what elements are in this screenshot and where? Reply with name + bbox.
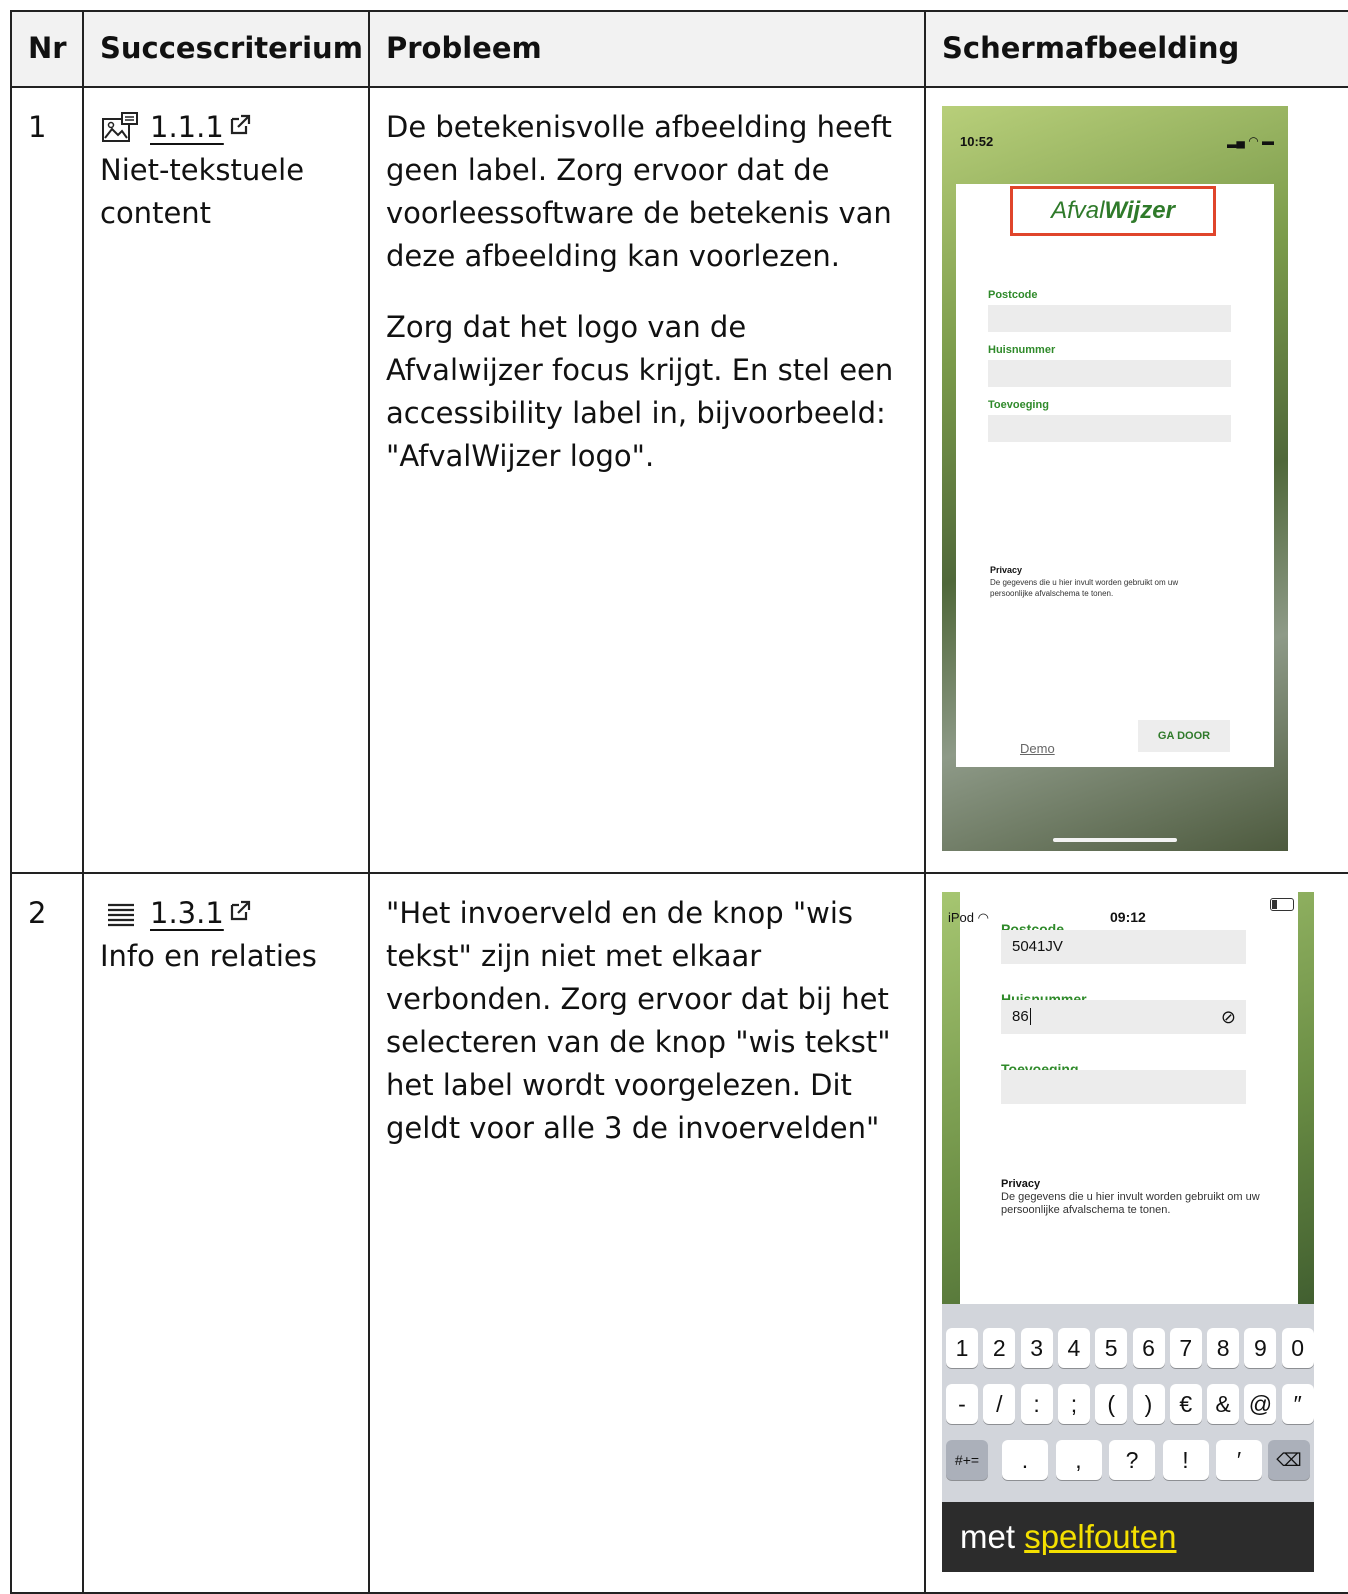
toevoeging-input[interactable] <box>1001 1070 1246 1104</box>
keyboard-key[interactable]: 7 <box>1169 1328 1202 1368</box>
table-header-row: Nr Succescriterium Probleem Schermafbeel… <box>10 10 1348 88</box>
keyboard-key[interactable]: ′ <box>1216 1440 1262 1480</box>
criterion-link[interactable]: 1.1.1 <box>150 106 252 149</box>
header-screenshot: Schermafbeelding <box>924 10 1348 88</box>
header-problem: Probleem <box>368 10 926 88</box>
status-device: iPod ◠ <box>948 910 989 925</box>
table-row: 2 1.3.1 Info en relaties "Het invoerveld… <box>10 872 1348 1594</box>
problem-text: "Het invoerveld en de knop "wis tekst" z… <box>386 896 891 1145</box>
keyboard-key[interactable]: 9 <box>1244 1328 1277 1368</box>
keyboard-key[interactable]: ″ <box>1281 1384 1314 1424</box>
postcode-label: Postcode <box>988 289 1038 301</box>
home-indicator <box>1053 838 1177 842</box>
criterion-name: Info en relaties <box>100 939 317 973</box>
keyboard-key[interactable]: ( <box>1095 1384 1128 1424</box>
wifi-icon: ◠ <box>977 910 989 925</box>
criterion-link[interactable]: 1.3.1 <box>150 892 252 935</box>
status-time: 10:52 <box>960 134 994 149</box>
keyboard-key[interactable]: ? <box>1109 1440 1155 1480</box>
problem-cell: "Het invoerveld en de knop "wis tekst" z… <box>368 872 926 1594</box>
keyboard-key[interactable]: 5 <box>1095 1328 1128 1368</box>
huisnummer-label: Huisnummer <box>988 344 1056 356</box>
app-screenshot-afvalwijzer-keyboard: iPod ◠ 09:12 Postcode 5041JV Huisnummer … <box>942 892 1314 1572</box>
demo-link[interactable]: Demo <box>1020 727 1055 770</box>
screenshot-cell: 10:52 ▂▄ ◠ ▬ AfvalWijzer Postcode Huisnu… <box>924 86 1348 874</box>
keyboard-key[interactable]: ) <box>1132 1384 1165 1424</box>
postcode-input[interactable] <box>988 305 1231 332</box>
keyboard-key[interactable]: 6 <box>1132 1328 1165 1368</box>
keyboard-key[interactable]: 1 <box>946 1328 978 1368</box>
keyboard-key[interactable]: 8 <box>1207 1328 1240 1368</box>
continue-button[interactable]: GA DOOR <box>1138 720 1230 752</box>
problem-text: De betekenisvolle afbeelding heeft geen … <box>386 110 892 273</box>
privacy-title: Privacy <box>1001 1178 1041 1190</box>
keyboard-key[interactable]: ! <box>1162 1440 1209 1480</box>
table-row: 1 1.1.1 Niet-tekstuele content De beteke… <box>10 86 1348 874</box>
keyboard-key[interactable]: / <box>983 1384 1016 1424</box>
login-card: AfvalWijzer Postcode Huisnummer Toevoegi… <box>956 184 1274 767</box>
keyboard-key[interactable]: ; <box>1057 1384 1090 1424</box>
external-link-icon <box>228 106 252 135</box>
image-icon <box>100 111 140 145</box>
clear-text-icon[interactable]: ⊘ <box>1221 1000 1236 1034</box>
privacy-text: De gegevens die u hier invult worden geb… <box>1001 1191 1260 1216</box>
numeric-keyboard: #+= ⌫ 1 2 3 4 5 6 7 8 9 0 - /:;() € & @ ″.,?! ′ <box>942 1304 1314 1502</box>
keyboard-key[interactable]: : <box>1020 1384 1053 1424</box>
status-indicators-icon: ▂▄ ◠ ▬ <box>1227 134 1274 148</box>
criterion-name: Niet-tekstuele content <box>100 153 305 230</box>
keyboard-key[interactable]: , <box>1055 1440 1102 1480</box>
row-number: 2 <box>10 872 84 1594</box>
keyboard-key[interactable]: - <box>946 1384 978 1424</box>
keyboard-key[interactable]: 4 <box>1057 1328 1090 1368</box>
criterion-cell: 1.3.1 Info en relaties <box>82 872 370 1594</box>
findings-table: Nr Succescriterium Probleem Schermafbeel… <box>10 10 1348 1594</box>
external-link-icon <box>228 892 252 921</box>
afvalwijzer-logo: AfvalWijzer <box>1010 186 1216 236</box>
problem-text: Zorg dat het logo van de Afvalwijzer foc… <box>386 310 894 473</box>
header-nr: Nr <box>10 10 84 88</box>
criterion-cell: 1.1.1 Niet-tekstuele content <box>82 86 370 874</box>
keyboard-key[interactable]: 2 <box>983 1328 1016 1368</box>
problem-cell: De betekenisvolle afbeelding heeft geen … <box>368 86 926 874</box>
keyboard-key[interactable]: . <box>1002 1440 1048 1480</box>
toevoeging-input[interactable] <box>988 415 1231 442</box>
keyboard-key[interactable]: € <box>1169 1384 1202 1424</box>
huisnummer-input[interactable]: 86 ⊘ <box>1001 1000 1246 1034</box>
keyboard-key[interactable]: 3 <box>1020 1328 1053 1368</box>
screenshot-cell: iPod ◠ 09:12 Postcode 5041JV Huisnummer … <box>924 872 1348 1594</box>
huisnummer-input[interactable] <box>988 360 1231 387</box>
list-icon <box>100 897 140 931</box>
app-screenshot-afvalwijzer-start: 10:52 ▂▄ ◠ ▬ AfvalWijzer Postcode Huisnu… <box>942 106 1288 851</box>
battery-icon <box>1270 898 1294 911</box>
screenreader-caption: met spelfouten <box>942 1502 1314 1572</box>
privacy-text: De gegevens die u hier invult worden geb… <box>990 578 1179 598</box>
keyboard-key[interactable]: 0 <box>1281 1328 1314 1368</box>
keyboard-key[interactable]: @ <box>1244 1384 1277 1424</box>
privacy-title: Privacy <box>990 565 1023 575</box>
row-number: 1 <box>10 86 84 874</box>
backspace-icon[interactable]: ⌫ <box>1268 1440 1310 1480</box>
key-symbols[interactable]: #+= <box>946 1440 988 1480</box>
header-criterion: Succescriterium <box>82 10 370 88</box>
postcode-input[interactable]: 5041JV <box>1001 930 1246 964</box>
toevoeging-label: Toevoeging <box>988 399 1049 411</box>
keyboard-key[interactable]: & <box>1207 1384 1240 1424</box>
